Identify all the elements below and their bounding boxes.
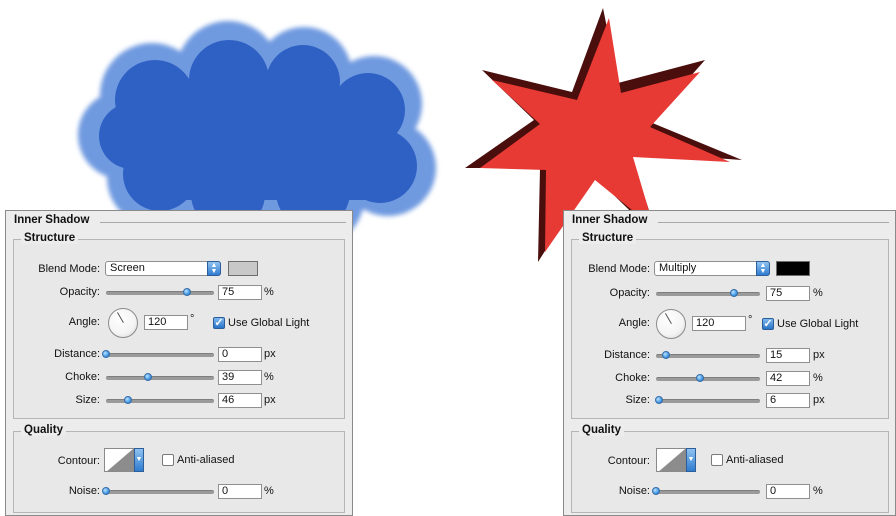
contour-curve-icon: [107, 449, 133, 471]
contour-label: Contour:: [57, 455, 100, 467]
opacity-input[interactable]: 75: [766, 286, 810, 301]
panel-title: Inner Shadow: [14, 214, 90, 226]
choke-slider-track[interactable]: [106, 376, 214, 380]
anti-aliased-label: Anti-aliased: [177, 454, 235, 466]
distance-slider-thumb[interactable]: [102, 350, 110, 358]
distance-label: Distance:: [604, 349, 650, 361]
distance-input[interactable]: 15: [766, 348, 810, 363]
shadow-color-swatch[interactable]: [228, 261, 258, 276]
global-light-checkbox[interactable]: ✓: [762, 318, 774, 330]
title-divider: [658, 222, 889, 223]
size-unit: px: [264, 394, 276, 406]
opacity-label: Opacity:: [59, 286, 100, 298]
noise-slider-thumb[interactable]: [652, 487, 660, 495]
chevron-updown-icon: ▲ ▼: [207, 261, 221, 276]
opacity-slider-thumb[interactable]: [730, 289, 738, 297]
anti-aliased-label: Anti-aliased: [726, 454, 784, 466]
inner-shadow-panel-left: Inner Shadow Structure Blend Mode: Scree…: [5, 210, 353, 516]
distance-slider-track[interactable]: [106, 353, 214, 357]
anti-aliased-checkbox[interactable]: [711, 454, 723, 466]
opacity-input[interactable]: 75: [218, 285, 262, 300]
noise-slider-track[interactable]: [106, 490, 214, 494]
contour-curve-icon: [659, 449, 685, 471]
opacity-unit: %: [264, 286, 274, 298]
noise-slider-thumb[interactable]: [102, 487, 110, 495]
contour-preview[interactable]: [656, 448, 686, 472]
noise-input[interactable]: 0: [218, 484, 262, 499]
angle-input[interactable]: 120: [144, 315, 188, 330]
noise-unit: %: [264, 485, 274, 497]
quality-group: Quality: [571, 424, 889, 513]
global-light-checkbox[interactable]: ✓: [213, 317, 225, 329]
noise-unit: %: [813, 485, 823, 497]
size-label: Size:: [75, 394, 100, 406]
quality-group: Quality: [13, 424, 345, 513]
opacity-slider-track[interactable]: [106, 291, 214, 295]
distance-slider-track[interactable]: [656, 354, 760, 358]
quality-legend: Quality: [21, 424, 66, 436]
size-input[interactable]: 46: [218, 393, 262, 408]
size-input[interactable]: 6: [766, 393, 810, 408]
noise-slider-track[interactable]: [656, 490, 760, 494]
angle-dial-needle: [665, 313, 672, 324]
blend-mode-label: Blend Mode:: [588, 263, 650, 275]
distance-input[interactable]: 0: [218, 347, 262, 362]
blend-mode-select[interactable]: Screen ▲ ▼: [105, 261, 221, 276]
contour-label: Contour:: [607, 455, 650, 467]
choke-unit: %: [813, 372, 823, 384]
opacity-slider-track[interactable]: [656, 292, 760, 296]
size-slider-track[interactable]: [656, 399, 760, 403]
chevron-updown-icon: ▲ ▼: [756, 261, 770, 276]
size-slider-track[interactable]: [106, 399, 214, 403]
panel-title: Inner Shadow: [572, 214, 648, 226]
opacity-unit: %: [813, 287, 823, 299]
distance-label: Distance:: [54, 348, 100, 360]
anti-aliased-checkbox[interactable]: [162, 454, 174, 466]
title-divider: [100, 222, 346, 223]
noise-label: Noise:: [618, 485, 650, 497]
size-slider-thumb[interactable]: [123, 396, 132, 404]
size-unit: px: [813, 394, 825, 406]
contour-preview[interactable]: [104, 448, 134, 472]
blend-mode-select[interactable]: Multiply ▲ ▼: [654, 261, 770, 276]
angle-label: Angle:: [618, 317, 650, 329]
angle-unit: °: [748, 314, 753, 326]
blend-mode-value: Multiply: [659, 262, 697, 274]
angle-dial[interactable]: [108, 308, 138, 338]
distance-unit: px: [813, 349, 825, 361]
blend-mode-value: Screen: [110, 262, 145, 274]
choke-input[interactable]: 39: [218, 370, 262, 385]
blend-mode-label: Blend Mode:: [38, 263, 100, 275]
choke-input[interactable]: 42: [766, 371, 810, 386]
choke-label: Choke:: [65, 371, 100, 383]
global-light-label: Use Global Light: [228, 317, 310, 329]
angle-dial[interactable]: [656, 309, 686, 339]
opacity-slider-thumb[interactable]: [183, 288, 191, 296]
global-light-label: Use Global Light: [777, 318, 859, 330]
noise-label: Noise:: [68, 485, 100, 497]
opacity-label: Opacity:: [609, 287, 650, 299]
noise-input[interactable]: 0: [766, 484, 810, 499]
structure-legend: Structure: [579, 232, 637, 244]
choke-slider-track[interactable]: [656, 377, 760, 381]
contour-dropdown-button[interactable]: ▼: [686, 448, 696, 472]
choke-slider-thumb[interactable]: [695, 374, 704, 382]
distance-unit: px: [264, 348, 276, 360]
quality-legend: Quality: [579, 424, 624, 436]
shadow-color-swatch[interactable]: [776, 261, 810, 276]
size-label: Size:: [625, 394, 650, 406]
angle-unit: °: [190, 313, 195, 325]
choke-label: Choke:: [615, 372, 650, 384]
inner-shadow-panel-right: Inner Shadow Structure Blend Mode: Multi…: [563, 210, 896, 516]
angle-input[interactable]: 120: [692, 316, 746, 331]
structure-legend: Structure: [21, 232, 79, 244]
angle-label: Angle:: [68, 316, 100, 328]
contour-dropdown-button[interactable]: ▼: [134, 448, 144, 472]
angle-dial-needle: [117, 312, 124, 323]
choke-unit: %: [264, 371, 274, 383]
